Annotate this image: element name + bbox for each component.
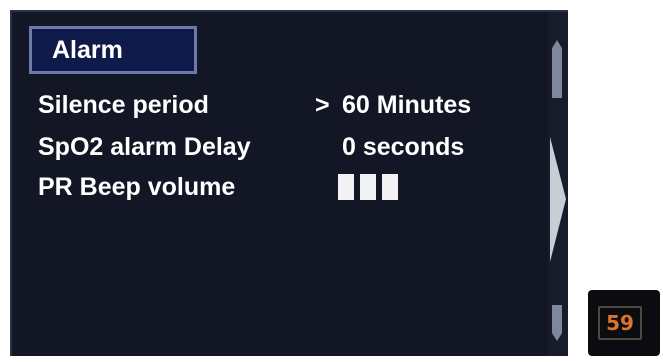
tab-alarm[interactable]: Alarm (29, 26, 197, 74)
status-badge: 59 (588, 290, 660, 356)
silence-period-label[interactable]: Silence period (38, 90, 209, 120)
pr-beep-volume-label[interactable]: PR Beep volume (38, 172, 235, 202)
status-badge-value: 59 (606, 311, 634, 335)
volume-bar-2 (360, 174, 376, 200)
spo2-alarm-delay-value[interactable]: 0 seconds (342, 132, 464, 162)
scroll-down-arrow-icon[interactable] (552, 305, 562, 341)
status-badge-frame: 59 (598, 306, 642, 340)
volume-bar-3 (382, 174, 398, 200)
volume-bar-1 (338, 174, 354, 200)
scroll-indicator-icon (550, 137, 566, 262)
scrollbar[interactable] (548, 12, 568, 356)
tab-alarm-label: Alarm (52, 36, 123, 64)
silence-period-value[interactable]: 60 Minutes (342, 90, 471, 120)
monitor-screen: Alarm Silence period > 60 Minutes SpO2 a… (10, 10, 568, 356)
pr-beep-volume-indicator[interactable] (338, 174, 404, 200)
spo2-alarm-delay-label[interactable]: SpO2 alarm Delay (38, 132, 251, 162)
scroll-up-arrow-icon[interactable] (552, 40, 562, 98)
selection-caret-icon: > (315, 91, 330, 119)
